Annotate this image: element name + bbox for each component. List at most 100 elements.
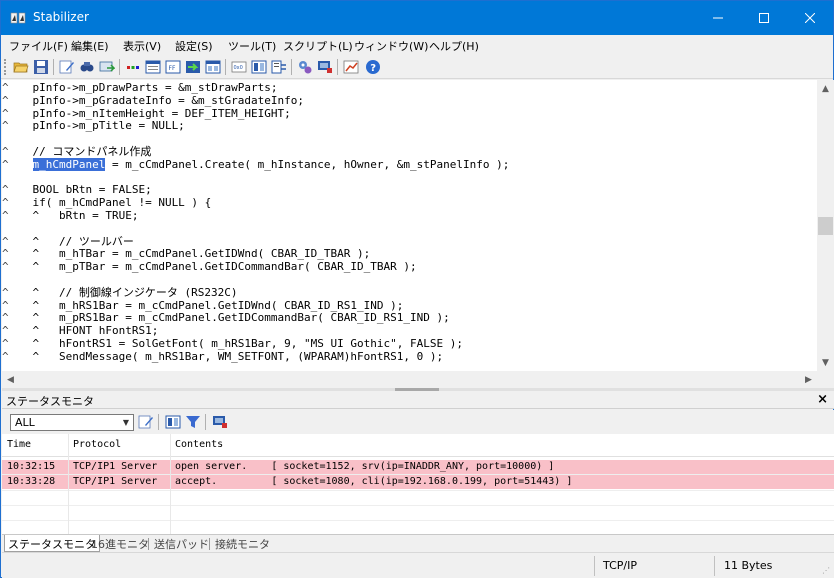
log-header: Time Protocol Contents xyxy=(2,434,834,457)
code-editor[interactable]: ^ pInfo->m_pDrawParts = &m_stDrawParts; ^… xyxy=(2,80,817,371)
window-title: Stabilizer xyxy=(33,10,89,24)
vertical-scrollbar[interactable]: ▲ ▼ xyxy=(817,80,834,371)
tab-status-monitor[interactable]: ステータスモニタ xyxy=(4,535,100,552)
send-icon[interactable] xyxy=(185,59,201,75)
log-protocol: TCP/IP1 Server xyxy=(73,476,158,487)
log-row[interactable]: 10:33:28 TCP/IP1 Server accept. [ socket… xyxy=(2,475,834,489)
status-protocol: TCP/IP xyxy=(603,559,637,572)
svg-text:?: ? xyxy=(370,63,376,74)
status-divider xyxy=(594,556,595,576)
code-line: ^ HFONT hFontRS1; xyxy=(6,324,159,338)
status-monitor-toolbar: ALL ▼ xyxy=(2,410,834,434)
tab-hex-monitor[interactable]: 16進モニタ xyxy=(88,535,152,552)
transfer-icon[interactable] xyxy=(271,59,287,75)
row-divider xyxy=(2,520,834,521)
ff-icon[interactable]: FF xyxy=(165,59,181,75)
scroll-left-icon[interactable]: ◀ xyxy=(2,371,19,388)
menu-tools[interactable]: ツール(T) xyxy=(228,38,276,54)
window-icon[interactable] xyxy=(145,59,161,75)
tab-send-pad[interactable]: 送信パッド xyxy=(151,535,212,552)
help-icon[interactable]: ? xyxy=(365,59,381,75)
selected-text: m_hCmdPanel xyxy=(32,157,106,171)
status-monitor-header: ステータスモニタ × xyxy=(2,391,834,409)
toolbar-separator xyxy=(119,59,120,75)
close-button[interactable] xyxy=(787,1,833,35)
column-time[interactable]: Time xyxy=(7,439,31,450)
code-line: // コマンドパネル作成 xyxy=(6,145,152,158)
code-line: pInfo->m_nItemHeight = DEF_ITEM_HEIGHT; xyxy=(6,106,291,120)
log-time: 10:33:28 xyxy=(7,476,56,487)
code-line: ^ m_pRS1Bar = m_cCmdPanel.GetIDCommandBa… xyxy=(6,311,450,325)
open-folder-icon[interactable] xyxy=(13,59,29,75)
horizontal-scrollbar[interactable]: ◀ ▶ xyxy=(2,371,817,388)
toolbar-separator xyxy=(291,59,292,75)
log-contents: open server. [ socket=1152, srv(ip=INADD… xyxy=(175,461,555,472)
scroll-right-icon[interactable]: ▶ xyxy=(800,371,817,388)
code-line: ^ // 制御線インジケータ (RS232C) xyxy=(6,285,238,299)
column-contents[interactable]: Contents xyxy=(175,439,223,450)
app-window: Stabilizer ファイル(F) 編集(E) 表示(V) 設定(S) ツール… xyxy=(0,0,834,578)
scroll-up-icon[interactable]: ▲ xyxy=(817,80,834,97)
code-line: m_hCmdPanel = m_cCmdPanel.Create( m_hIns… xyxy=(6,157,510,171)
toolbar-grip[interactable] xyxy=(4,59,7,75)
column-protocol[interactable]: Protocol xyxy=(73,439,121,450)
toolbar-separator xyxy=(205,414,206,430)
settings-icon[interactable] xyxy=(297,59,313,75)
chart-icon[interactable] xyxy=(343,59,359,75)
menu-window[interactable]: ウィンドウ(W) xyxy=(354,38,428,54)
find-icon[interactable] xyxy=(79,59,95,75)
edit-icon[interactable] xyxy=(59,59,75,75)
monitor-icon[interactable] xyxy=(212,414,228,430)
scroll-down-icon[interactable]: ▼ xyxy=(817,354,834,371)
resize-grip-icon[interactable]: ⋰ xyxy=(822,566,832,576)
hex-icon[interactable]: 0x0 xyxy=(231,59,247,75)
menu-settings[interactable]: 設定(S) xyxy=(175,38,213,54)
window-split-icon[interactable] xyxy=(205,59,221,75)
chevron-down-icon[interactable]: ▼ xyxy=(119,415,133,430)
toolbar-separator xyxy=(225,59,226,75)
status-bar: TCP/IP 11 Bytes ⋰ xyxy=(2,552,834,578)
dots-icon[interactable] xyxy=(125,59,141,75)
menu-view[interactable]: 表示(V) xyxy=(123,38,161,54)
code-line: ^ // ツールバー xyxy=(6,234,134,248)
save-icon[interactable] xyxy=(33,59,49,75)
row-divider xyxy=(2,505,834,506)
toolbar-separator xyxy=(158,414,159,430)
filter-icon[interactable] xyxy=(185,414,201,430)
column-divider xyxy=(170,434,171,534)
log-row[interactable]: 10:32:15 TCP/IP1 Server open server. [ s… xyxy=(2,460,834,474)
filter-select[interactable]: ALL ▼ xyxy=(10,414,134,431)
log-time: 10:32:15 xyxy=(7,461,56,472)
status-log[interactable]: Time Protocol Contents 10:32:15 TCP/IP1 … xyxy=(2,434,834,534)
code-line: pInfo->m_pGradateInfo = &m_stGradateInfo… xyxy=(6,93,305,107)
panel-close-icon[interactable]: × xyxy=(817,392,828,407)
filter-value: ALL xyxy=(15,416,35,429)
code-line: ^ bRtn = TRUE; xyxy=(6,209,139,222)
code-line: ^ m_hRS1Bar = m_cCmdPanel.GetIDWnd( CBAR… xyxy=(6,298,404,312)
monitor-icon[interactable] xyxy=(317,59,333,75)
connect-icon[interactable] xyxy=(99,59,115,75)
minimize-button[interactable] xyxy=(695,1,741,35)
monitor-tabs: ステータスモニタ 16進モニタ 送信パッド 接続モニタ xyxy=(2,534,834,552)
maximize-button[interactable] xyxy=(741,1,787,35)
list-icon[interactable] xyxy=(165,414,181,430)
edit-icon[interactable] xyxy=(138,414,154,430)
tab-connection-monitor[interactable]: 接続モニタ xyxy=(212,535,273,552)
menu-edit[interactable]: 編集(E) xyxy=(71,38,109,54)
maximize-icon xyxy=(759,13,769,23)
title-bar[interactable]: Stabilizer xyxy=(1,1,833,35)
tab-separator xyxy=(148,538,149,550)
gutter-marker xyxy=(2,172,30,184)
list-icon[interactable] xyxy=(251,59,267,75)
code-line: ^ hFontRS1 = SolGetFont( m_hRS1Bar, 9, "… xyxy=(6,337,463,350)
code-text: = m_cCmdPanel.Create( m_hInstance, hOwne… xyxy=(105,157,510,171)
log-contents: accept. [ socket=1080, cli(ip=192.168.0.… xyxy=(175,476,573,487)
log-protocol: TCP/IP1 Server xyxy=(73,461,158,472)
code-line: BOOL bRtn = FALSE; xyxy=(6,183,152,197)
vertical-scroll-thumb[interactable] xyxy=(818,217,833,235)
menu-file[interactable]: ファイル(F) xyxy=(9,38,68,54)
menu-help[interactable]: ヘルプ(H) xyxy=(429,38,479,54)
scroll-corner xyxy=(817,371,834,388)
menu-script[interactable]: スクリプト(L) xyxy=(283,38,353,54)
gutter-marker xyxy=(2,274,30,286)
